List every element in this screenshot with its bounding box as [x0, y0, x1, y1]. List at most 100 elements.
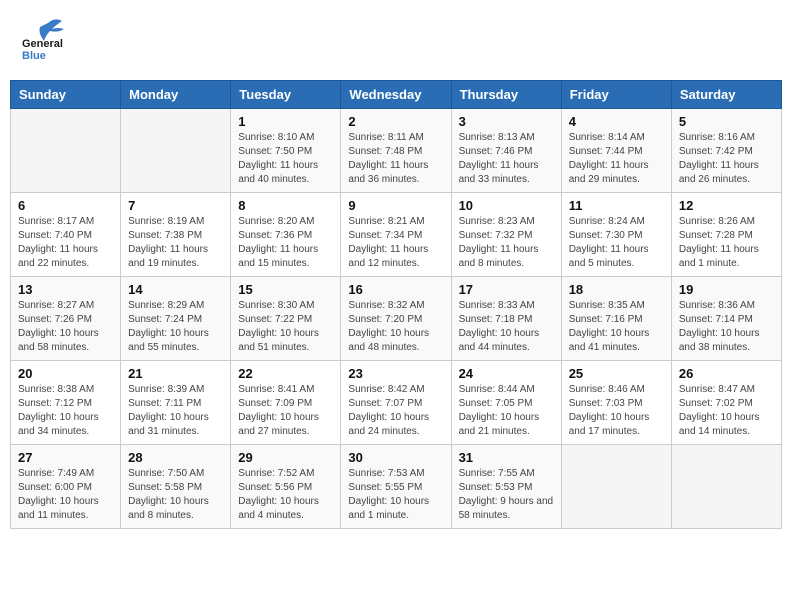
day-number: 6 [18, 198, 113, 213]
day-info: Sunrise: 8:26 AM Sunset: 7:28 PM Dayligh… [679, 215, 774, 271]
calendar-week-row: 27 Sunrise: 7:49 AM Sunset: 6:00 PM Dayli… [11, 445, 782, 529]
column-header-friday: Friday [561, 81, 671, 109]
calendar-cell: 19 Sunrise: 8:36 AM Sunset: 7:14 PM Dayli… [671, 277, 781, 361]
calendar-cell: 11Sunrise: 8:24 AM Sunset: 7:30 PM Dayli… [561, 193, 671, 277]
day-info: Sunrise: 8:20 AM Sunset: 7:36 PM Dayligh… [238, 215, 333, 271]
calendar-cell: 17 Sunrise: 8:33 AM Sunset: 7:18 PM Dayli… [451, 277, 561, 361]
calendar-cell: 18 Sunrise: 8:35 AM Sunset: 7:16 PM Dayli… [561, 277, 671, 361]
day-number: 4 [569, 114, 664, 129]
day-number: 22 [238, 366, 333, 381]
calendar-cell: 25 Sunrise: 8:46 AM Sunset: 7:03 PM Dayli… [561, 361, 671, 445]
day-number: 26 [679, 366, 774, 381]
day-number: 10 [459, 198, 554, 213]
column-header-tuesday: Tuesday [231, 81, 341, 109]
calendar-cell: 15Sunrise: 8:30 AM Sunset: 7:22 PM Dayli… [231, 277, 341, 361]
calendar-cell [561, 445, 671, 529]
day-number: 25 [569, 366, 664, 381]
day-info: Sunrise: 8:29 AM Sunset: 7:24 PM Dayligh… [128, 299, 223, 355]
day-info: Sunrise: 8:41 AM Sunset: 7:09 PM Dayligh… [238, 383, 333, 439]
day-number: 8 [238, 198, 333, 213]
calendar-cell: 31 Sunrise: 7:55 AM Sunset: 5:53 PM Dayli… [451, 445, 561, 529]
day-number: 13 [18, 282, 113, 297]
calendar-cell: 16 Sunrise: 8:32 AM Sunset: 7:20 PM Dayli… [341, 277, 451, 361]
svg-text:Blue: Blue [22, 50, 46, 60]
logo: General Blue [20, 15, 70, 65]
calendar-cell: 14 Sunrise: 8:29 AM Sunset: 7:24 PM Dayli… [121, 277, 231, 361]
calendar-cell: 9 Sunrise: 8:21 AM Sunset: 7:34 PM Daylig… [341, 193, 451, 277]
calendar-cell: 5Sunrise: 8:16 AM Sunset: 7:42 PM Daylig… [671, 109, 781, 193]
calendar-cell: 8 Sunrise: 8:20 AM Sunset: 7:36 PM Daylig… [231, 193, 341, 277]
calendar-cell: 1 Sunrise: 8:10 AM Sunset: 7:50 PM Daylig… [231, 109, 341, 193]
day-info: Sunrise: 7:55 AM Sunset: 5:53 PM Dayligh… [459, 467, 554, 523]
day-info: Sunrise: 8:35 AM Sunset: 7:16 PM Dayligh… [569, 299, 664, 355]
day-number: 3 [459, 114, 554, 129]
day-number: 12 [679, 198, 774, 213]
day-info: Sunrise: 8:23 AM Sunset: 7:32 PM Dayligh… [459, 215, 554, 271]
day-info: Sunrise: 8:11 AM Sunset: 7:48 PM Dayligh… [348, 131, 443, 187]
column-header-saturday: Saturday [671, 81, 781, 109]
day-info: Sunrise: 8:21 AM Sunset: 7:34 PM Dayligh… [348, 215, 443, 271]
day-info: Sunrise: 8:46 AM Sunset: 7:03 PM Dayligh… [569, 383, 664, 439]
day-info: Sunrise: 8:44 AM Sunset: 7:05 PM Dayligh… [459, 383, 554, 439]
day-number: 14 [128, 282, 223, 297]
calendar-cell [11, 109, 121, 193]
calendar-week-row: 13 Sunrise: 8:27 AM Sunset: 7:26 PM Dayli… [11, 277, 782, 361]
calendar-cell: 23 Sunrise: 8:42 AM Sunset: 7:07 PM Dayli… [341, 361, 451, 445]
calendar: SundayMondayTuesdayWednesdayThursdayFrid… [10, 80, 782, 529]
calendar-cell: 13 Sunrise: 8:27 AM Sunset: 7:26 PM Dayli… [11, 277, 121, 361]
calendar-cell: 10 Sunrise: 8:23 AM Sunset: 7:32 PM Dayli… [451, 193, 561, 277]
day-info: Sunrise: 8:38 AM Sunset: 7:12 PM Dayligh… [18, 383, 113, 439]
calendar-cell: 30Sunrise: 7:53 AM Sunset: 5:55 PM Dayli… [341, 445, 451, 529]
calendar-cell: 22 Sunrise: 8:41 AM Sunset: 7:09 PM Dayli… [231, 361, 341, 445]
day-number: 1 [238, 114, 333, 129]
calendar-cell: 29 Sunrise: 7:52 AM Sunset: 5:56 PM Dayli… [231, 445, 341, 529]
day-number: 20 [18, 366, 113, 381]
day-info: Sunrise: 8:32 AM Sunset: 7:20 PM Dayligh… [348, 299, 443, 355]
calendar-cell: 28 Sunrise: 7:50 AM Sunset: 5:58 PM Dayli… [121, 445, 231, 529]
calendar-week-row: 1 Sunrise: 8:10 AM Sunset: 7:50 PM Daylig… [11, 109, 782, 193]
day-number: 15 [238, 282, 333, 297]
calendar-cell: 4 Sunrise: 8:14 AM Sunset: 7:44 PM Daylig… [561, 109, 671, 193]
day-info: Sunrise: 8:14 AM Sunset: 7:44 PM Dayligh… [569, 131, 664, 187]
calendar-cell: 7Sunrise: 8:19 AM Sunset: 7:38 PM Daylig… [121, 193, 231, 277]
day-info: Sunrise: 8:24 AM Sunset: 7:30 PM Dayligh… [569, 215, 664, 271]
calendar-week-row: 20 Sunrise: 8:38 AM Sunset: 7:12 PM Dayli… [11, 361, 782, 445]
day-info: Sunrise: 8:42 AM Sunset: 7:07 PM Dayligh… [348, 383, 443, 439]
calendar-cell: 21 Sunrise: 8:39 AM Sunset: 7:11 PM Dayli… [121, 361, 231, 445]
calendar-cell: 24 Sunrise: 8:44 AM Sunset: 7:05 PM Dayli… [451, 361, 561, 445]
svg-text:General: General [22, 38, 63, 50]
logo-icon: General Blue [20, 15, 70, 60]
column-header-monday: Monday [121, 81, 231, 109]
day-info: Sunrise: 7:52 AM Sunset: 5:56 PM Dayligh… [238, 467, 333, 523]
day-number: 27 [18, 450, 113, 465]
day-number: 19 [679, 282, 774, 297]
day-info: Sunrise: 8:39 AM Sunset: 7:11 PM Dayligh… [128, 383, 223, 439]
day-number: 17 [459, 282, 554, 297]
header: General Blue [10, 10, 782, 70]
day-info: Sunrise: 8:36 AM Sunset: 7:14 PM Dayligh… [679, 299, 774, 355]
day-info: Sunrise: 8:27 AM Sunset: 7:26 PM Dayligh… [18, 299, 113, 355]
calendar-header-row: SundayMondayTuesdayWednesdayThursdayFrid… [11, 81, 782, 109]
calendar-cell: 27 Sunrise: 7:49 AM Sunset: 6:00 PM Dayli… [11, 445, 121, 529]
calendar-cell [121, 109, 231, 193]
day-number: 28 [128, 450, 223, 465]
day-number: 9 [348, 198, 443, 213]
day-number: 23 [348, 366, 443, 381]
day-info: Sunrise: 7:49 AM Sunset: 6:00 PM Dayligh… [18, 467, 113, 523]
day-info: Sunrise: 8:13 AM Sunset: 7:46 PM Dayligh… [459, 131, 554, 187]
column-header-wednesday: Wednesday [341, 81, 451, 109]
day-number: 24 [459, 366, 554, 381]
day-number: 18 [569, 282, 664, 297]
day-info: Sunrise: 7:53 AM Sunset: 5:55 PM Dayligh… [348, 467, 443, 523]
day-number: 16 [348, 282, 443, 297]
day-info: Sunrise: 7:50 AM Sunset: 5:58 PM Dayligh… [128, 467, 223, 523]
day-number: 31 [459, 450, 554, 465]
calendar-cell: 2Sunrise: 8:11 AM Sunset: 7:48 PM Daylig… [341, 109, 451, 193]
day-number: 21 [128, 366, 223, 381]
day-info: Sunrise: 8:10 AM Sunset: 7:50 PM Dayligh… [238, 131, 333, 187]
calendar-week-row: 6Sunrise: 8:17 AM Sunset: 7:40 PM Daylig… [11, 193, 782, 277]
day-info: Sunrise: 8:19 AM Sunset: 7:38 PM Dayligh… [128, 215, 223, 271]
day-number: 29 [238, 450, 333, 465]
day-info: Sunrise: 8:33 AM Sunset: 7:18 PM Dayligh… [459, 299, 554, 355]
column-header-thursday: Thursday [451, 81, 561, 109]
